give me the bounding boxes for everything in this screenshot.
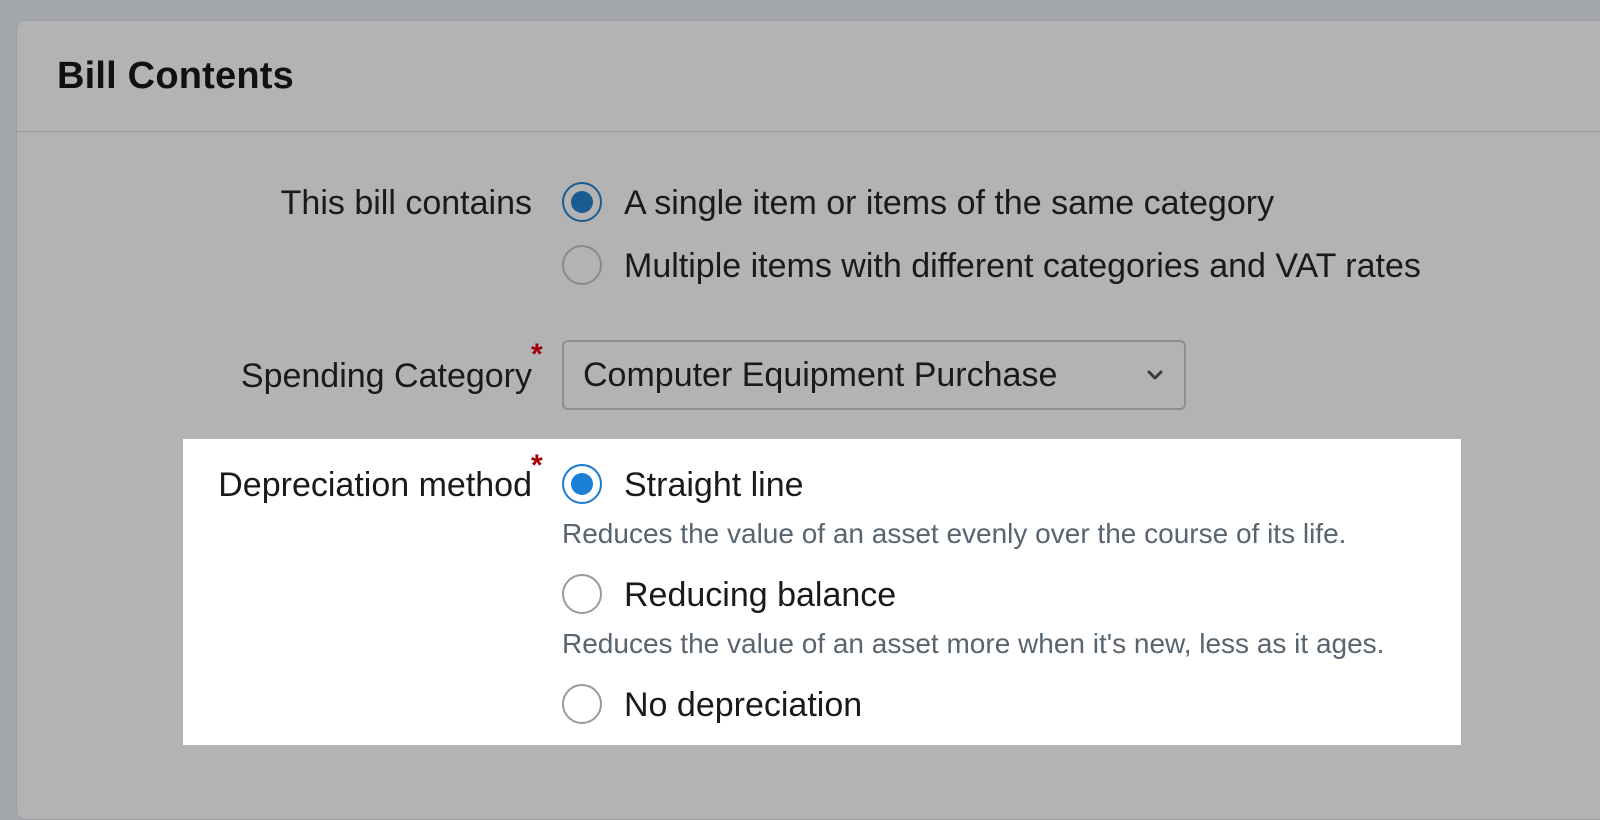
radio-straight-line[interactable] (562, 464, 602, 504)
option-straight-line-label[interactable]: Straight line (624, 466, 804, 505)
option-single-category-label[interactable]: A single item or items of the same categ… (624, 184, 1274, 223)
spending-category-select[interactable]: Computer Equipment Purchase (562, 340, 1186, 410)
radio-no-depreciation[interactable] (562, 684, 602, 724)
panel-header: Bill Contents (17, 21, 1600, 132)
panel-title: Bill Contents (57, 55, 294, 97)
reducing-balance-help: Reduces the value of an asset more when … (562, 628, 1385, 659)
radio-reducing-balance[interactable] (562, 574, 602, 614)
chevron-down-icon (1147, 370, 1163, 380)
depreciation-highlight: Depreciation method * Straight line Redu… (183, 439, 1461, 745)
straight-line-help: Reduces the value of an asset evenly ove… (562, 518, 1347, 549)
spending-category-required-marker: * (531, 338, 543, 371)
option-reducing-balance-label[interactable]: Reducing balance (624, 576, 896, 615)
option-multiple-categories-label[interactable]: Multiple items with different categories… (624, 247, 1421, 286)
depreciation-method-label: Depreciation method (218, 466, 532, 504)
depreciation-required-marker: * (531, 449, 543, 482)
spending-category-value: Computer Equipment Purchase (583, 356, 1058, 394)
bill-contains-label: This bill contains (280, 184, 532, 222)
radio-single-category[interactable] (562, 182, 602, 222)
spending-category-label: Spending Category (240, 357, 532, 395)
option-no-depreciation-label[interactable]: No depreciation (624, 686, 862, 725)
radio-multiple-categories[interactable] (562, 245, 602, 285)
